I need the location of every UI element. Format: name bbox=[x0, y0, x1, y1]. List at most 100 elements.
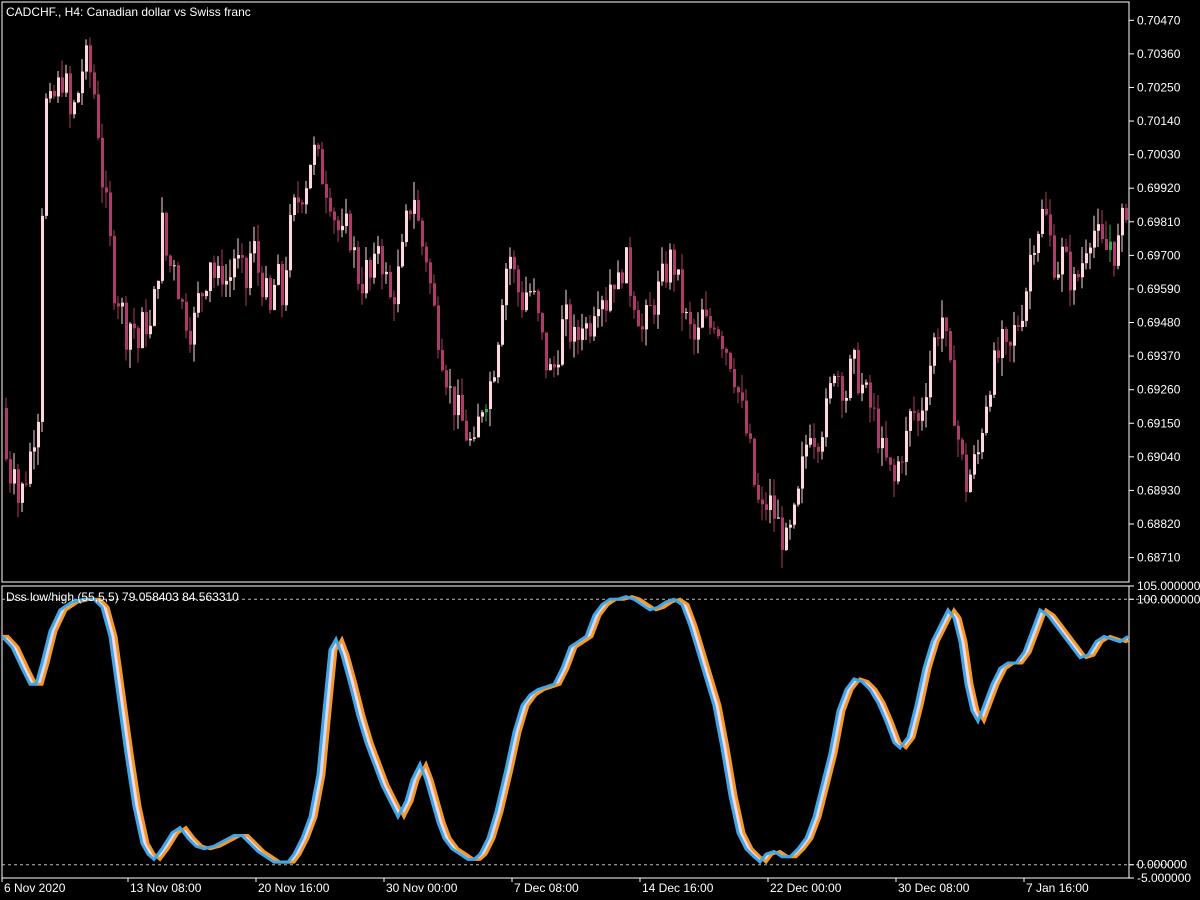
candle-body bbox=[1097, 224, 1100, 231]
candle-body bbox=[37, 421, 40, 448]
candle-body bbox=[801, 456, 804, 489]
time-tick-label: 30 Dec 08:00 bbox=[898, 881, 970, 895]
candle-body bbox=[853, 349, 856, 359]
candle-body bbox=[793, 504, 796, 525]
candle-body bbox=[497, 344, 500, 378]
candle-body bbox=[329, 197, 332, 212]
candle-body bbox=[653, 305, 656, 315]
candle-body bbox=[785, 527, 788, 550]
candle-body bbox=[397, 266, 400, 305]
candle-body bbox=[501, 305, 504, 345]
candle-body bbox=[49, 91, 52, 99]
candle-body bbox=[469, 438, 472, 441]
indicator-tick-label: 0.000000 bbox=[1137, 858, 1187, 872]
candle-body bbox=[561, 319, 564, 365]
candle-body bbox=[889, 457, 892, 465]
candle-body bbox=[713, 327, 716, 330]
candle-body bbox=[281, 263, 284, 306]
candle-body bbox=[893, 464, 896, 482]
candle-body bbox=[621, 272, 624, 284]
candle-body bbox=[457, 394, 460, 416]
time-axis: 6 Nov 2020 13 Nov 08:00 20 Nov 16:00 30 Nov… bbox=[1, 878, 1089, 895]
candle-body bbox=[1057, 274, 1060, 278]
candle-body bbox=[25, 483, 28, 485]
candle-body bbox=[93, 72, 96, 95]
candle-body bbox=[1037, 234, 1040, 254]
candle-body bbox=[461, 394, 464, 421]
candle-body bbox=[229, 277, 232, 281]
candle-body bbox=[869, 382, 872, 408]
candle-body bbox=[949, 331, 952, 361]
candle-body bbox=[669, 249, 672, 283]
candle-body bbox=[245, 257, 248, 289]
candle-body bbox=[513, 256, 516, 270]
candle-body bbox=[781, 517, 784, 550]
candle-body bbox=[997, 350, 1000, 359]
price-tick-label: 0.69260 bbox=[1137, 383, 1181, 397]
candle-body bbox=[141, 312, 144, 349]
candle-body bbox=[877, 408, 880, 449]
candle-body bbox=[721, 336, 724, 349]
candle-body bbox=[625, 247, 628, 284]
candle-body bbox=[769, 495, 772, 510]
candle-body bbox=[301, 202, 304, 205]
candle-body bbox=[1089, 247, 1092, 254]
candle-body bbox=[321, 149, 324, 185]
candle-body bbox=[537, 290, 540, 314]
price-tick-label: 0.69700 bbox=[1137, 248, 1181, 262]
candle-body bbox=[601, 300, 604, 310]
candle-body bbox=[665, 263, 668, 283]
candle-body bbox=[157, 280, 160, 290]
candle-body bbox=[9, 459, 12, 484]
candle-body bbox=[73, 102, 76, 115]
candle-body bbox=[429, 262, 432, 284]
candle-body bbox=[977, 452, 980, 455]
time-tick-label: 6 Nov 2020 bbox=[4, 881, 66, 895]
candle-body bbox=[433, 283, 436, 306]
candle-body bbox=[341, 225, 344, 231]
candle-body bbox=[153, 289, 156, 326]
indicator-panel-title: Dss low/high (55,5,5) 79.058403 84.56331… bbox=[6, 590, 239, 604]
price-tick-label: 0.70140 bbox=[1137, 114, 1181, 128]
candle-body bbox=[313, 144, 316, 165]
candle-body bbox=[677, 269, 680, 275]
candle-body bbox=[65, 73, 68, 93]
time-tick-label: 30 Nov 00:00 bbox=[386, 881, 458, 895]
candle-body bbox=[757, 484, 760, 500]
candle-body bbox=[733, 368, 736, 388]
candle-body bbox=[237, 255, 240, 259]
candle-body bbox=[509, 256, 512, 269]
candle-body bbox=[1061, 246, 1064, 275]
candle-body bbox=[589, 323, 592, 337]
candle-body bbox=[29, 451, 32, 484]
candle-body bbox=[405, 210, 408, 243]
candle-body bbox=[517, 269, 520, 293]
candle-body bbox=[885, 438, 888, 458]
candle-body bbox=[581, 328, 584, 340]
candle-body bbox=[417, 199, 420, 221]
candle-body bbox=[381, 246, 384, 275]
candle-body bbox=[573, 326, 576, 342]
candle-body bbox=[337, 220, 340, 231]
price-tick-label: 0.69040 bbox=[1137, 450, 1181, 464]
candle-body bbox=[485, 408, 488, 413]
candle-body bbox=[901, 461, 904, 463]
candle-body bbox=[597, 309, 600, 317]
candle-body bbox=[693, 324, 696, 340]
candle-body bbox=[541, 313, 544, 333]
candle-body bbox=[205, 290, 208, 297]
candle-body bbox=[505, 268, 508, 306]
candle-body bbox=[873, 407, 876, 409]
candle-body bbox=[309, 164, 312, 189]
candle-body bbox=[749, 433, 752, 439]
candle-body bbox=[645, 305, 648, 330]
candle-body bbox=[973, 454, 976, 475]
candle-body bbox=[353, 247, 356, 251]
candle-body bbox=[317, 144, 320, 150]
candle-body bbox=[233, 258, 236, 278]
candle-body bbox=[773, 495, 776, 519]
candle-body bbox=[637, 310, 640, 327]
candle-body bbox=[1017, 325, 1020, 328]
candle-body bbox=[857, 349, 860, 394]
candle-body bbox=[137, 328, 140, 349]
